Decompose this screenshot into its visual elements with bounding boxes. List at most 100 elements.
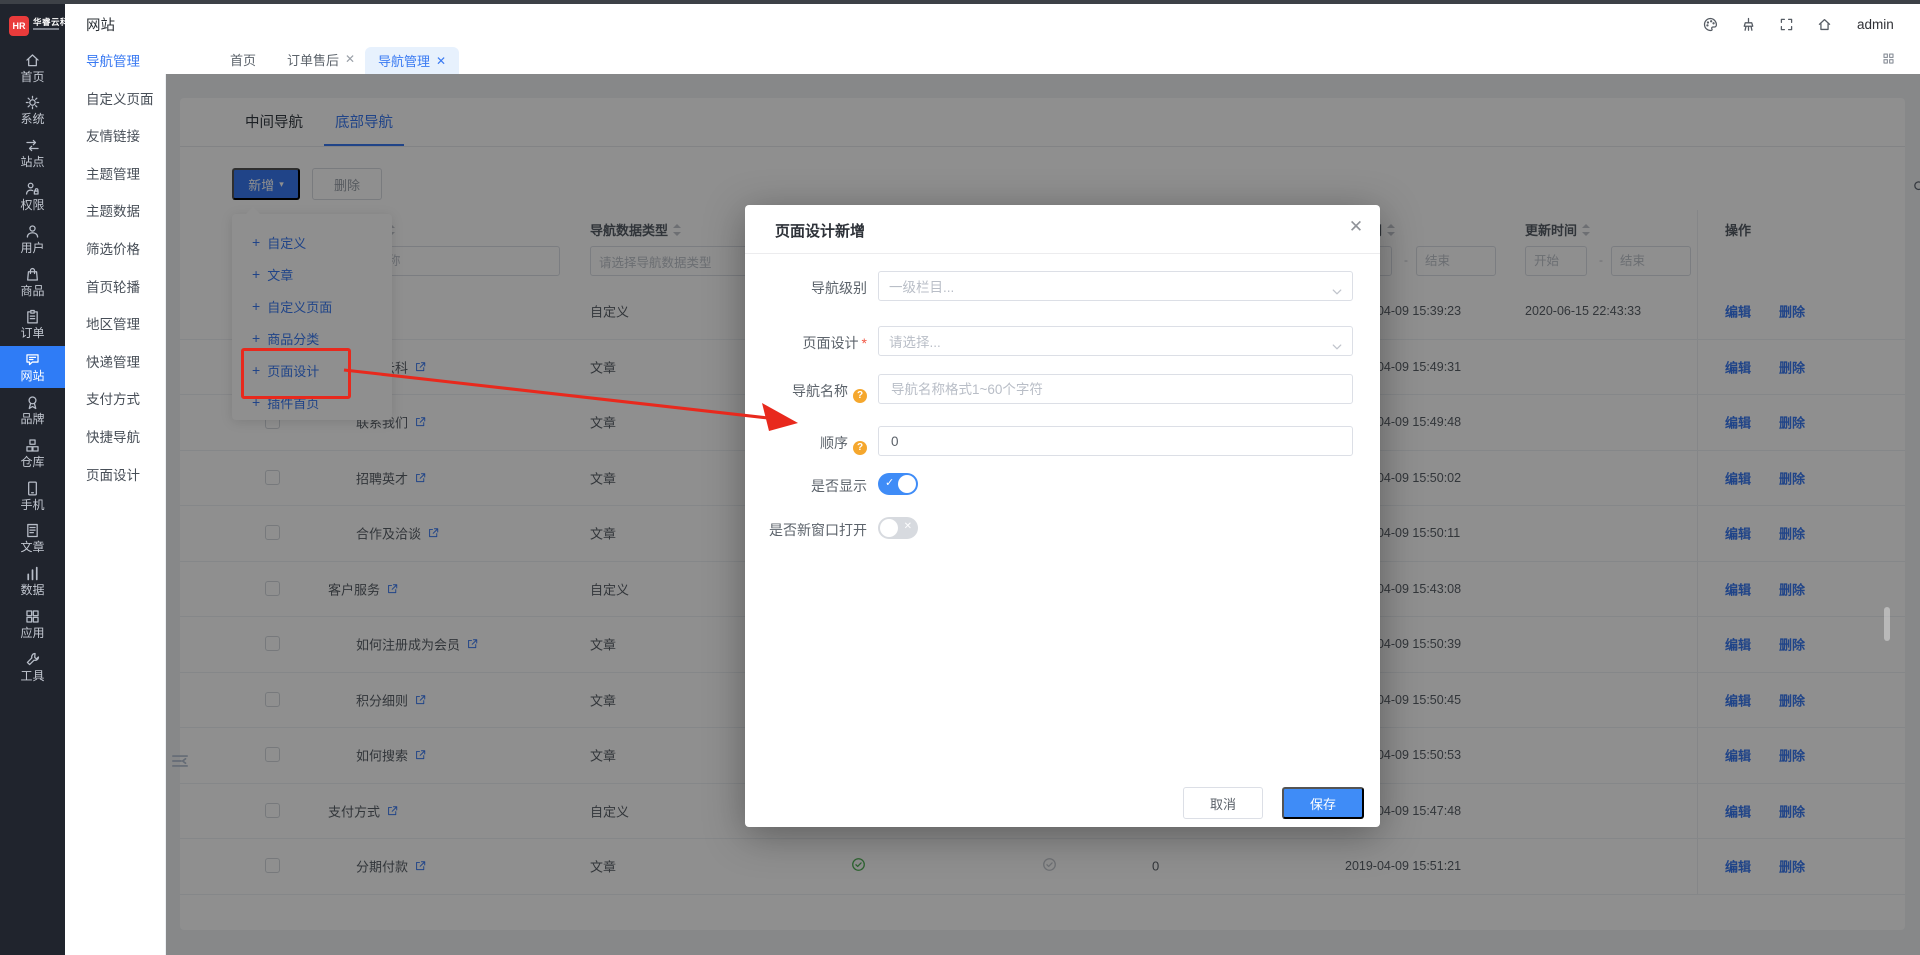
sidebar-item-label: 文章 bbox=[20, 541, 44, 553]
user-icon bbox=[24, 223, 41, 240]
sidebar-item-label: 品牌 bbox=[20, 413, 44, 425]
visible-toggle[interactable]: ✓ bbox=[878, 473, 918, 495]
page-tab-label: 导航管理 bbox=[378, 51, 430, 70]
vertical-scrollbar[interactable] bbox=[1884, 607, 1890, 641]
page-tab-1[interactable]: 订单售后 ✕ bbox=[287, 44, 355, 74]
sidebar-item-perm[interactable]: 权限 bbox=[0, 174, 65, 216]
close-icon[interactable]: ✕ bbox=[1345, 216, 1367, 238]
submenu-item-4[interactable]: 主题数据 bbox=[86, 200, 140, 224]
annotation-highlight-box bbox=[241, 348, 351, 399]
close-icon[interactable]: ✕ bbox=[345, 52, 355, 66]
brand-icon bbox=[24, 394, 41, 411]
page-design-select[interactable]: 请选择... bbox=[878, 326, 1353, 356]
order-input[interactable] bbox=[889, 433, 1342, 450]
main-sidebar: HR 华睿云科 首页系统站点权限用户商品订单网站品牌仓库手机文章数据应用工具 bbox=[0, 0, 65, 955]
submenu-item-5[interactable]: 筛选价格 bbox=[86, 238, 140, 262]
chevron-down-icon bbox=[1332, 283, 1342, 289]
sidebar-item-label: 订单 bbox=[20, 327, 44, 339]
sidebar-item-web[interactable]: 网站 bbox=[0, 346, 65, 388]
fullscreen-icon[interactable] bbox=[1778, 16, 1795, 33]
help-icon[interactable]: ? bbox=[853, 441, 867, 455]
submenu-item-1[interactable]: 自定义页面 bbox=[86, 88, 154, 112]
new-window-toggle[interactable]: ✕ bbox=[878, 517, 918, 539]
page-tab-label: 订单售后 bbox=[287, 50, 339, 69]
sub-sidebar: 网站 导航管理自定义页面友情链接主题管理主题数据筛选价格首页轮播地区管理快递管理… bbox=[65, 4, 166, 955]
sidebar-item-phone[interactable]: 手机 bbox=[0, 474, 65, 516]
site-icon bbox=[24, 137, 41, 154]
tab-list-icon[interactable] bbox=[1881, 51, 1896, 66]
save-button[interactable]: 保存 bbox=[1282, 787, 1364, 819]
sidebar-item-label: 手机 bbox=[20, 499, 44, 511]
nav-name-input-wrap bbox=[878, 374, 1353, 404]
dialog-title: 页面设计新增 bbox=[775, 220, 865, 241]
page-tab-2[interactable]: 导航管理 ✕ bbox=[365, 47, 459, 74]
home-icon bbox=[24, 52, 41, 69]
submenu-item-8[interactable]: 快递管理 bbox=[86, 351, 140, 375]
sidebar-item-tools[interactable]: 工具 bbox=[0, 645, 65, 687]
logo-icon: HR bbox=[9, 16, 29, 36]
sidebar-item-brand[interactable]: 品牌 bbox=[0, 388, 65, 430]
sidebar-item-label: 首页 bbox=[20, 71, 44, 83]
annotation-arrow bbox=[336, 356, 816, 442]
sidebar-item-site[interactable]: 站点 bbox=[0, 132, 65, 174]
sidebar-item-gear[interactable]: 系统 bbox=[0, 89, 65, 131]
sidebar-item-user[interactable]: 用户 bbox=[0, 217, 65, 259]
required-asterisk: * bbox=[862, 335, 867, 351]
goods-icon bbox=[24, 266, 41, 283]
home-icon[interactable] bbox=[1816, 16, 1833, 33]
sidebar-item-label: 商品 bbox=[20, 285, 44, 297]
cancel-button[interactable]: 取消 bbox=[1183, 787, 1263, 819]
toggle-knob bbox=[880, 519, 898, 537]
close-icon[interactable]: ✕ bbox=[436, 54, 446, 68]
field-label-new-window: 是否新窗口打开 bbox=[745, 520, 867, 540]
toggle-knob bbox=[898, 475, 916, 493]
page-tab-0[interactable]: 首页 bbox=[230, 44, 256, 74]
sidebar-item-goods[interactable]: 商品 bbox=[0, 260, 65, 302]
order-icon bbox=[24, 308, 41, 325]
sidebar-item-label: 权限 bbox=[20, 199, 44, 211]
submenu-item-0[interactable]: 导航管理 bbox=[86, 50, 140, 74]
submenu-item-11[interactable]: 页面设计 bbox=[86, 464, 140, 488]
page-tabbar: 首页 订单售后 ✕ 导航管理 ✕ bbox=[165, 44, 1920, 74]
nav-name-input[interactable] bbox=[889, 381, 1342, 398]
divider bbox=[745, 253, 1380, 254]
field-label-page-design: 页面设计* bbox=[745, 333, 867, 353]
sidebar-item-order[interactable]: 订单 bbox=[0, 303, 65, 345]
phone-icon bbox=[24, 480, 41, 497]
sub-sidebar-title: 网站 bbox=[86, 14, 115, 35]
sidebar-collapse-icon[interactable] bbox=[169, 750, 191, 772]
submenu-item-6[interactable]: 首页轮播 bbox=[86, 276, 140, 300]
page-design-add-dialog: 页面设计新增 ✕ 导航级别 一级栏目... 页面设计* 请选择... 导航名称?… bbox=[745, 205, 1380, 827]
submenu-item-10[interactable]: 快捷导航 bbox=[86, 426, 140, 450]
sidebar-item-label: 站点 bbox=[20, 156, 44, 168]
sidebar-item-label: 仓库 bbox=[20, 456, 44, 468]
field-label-nav-level: 导航级别 bbox=[745, 278, 867, 298]
chevron-down-icon bbox=[1332, 338, 1342, 344]
sidebar-item-warehouse[interactable]: 仓库 bbox=[0, 431, 65, 473]
app-logo[interactable]: HR 华睿云科 bbox=[0, 12, 65, 46]
web-icon bbox=[24, 351, 41, 368]
submenu-item-9[interactable]: 支付方式 bbox=[86, 388, 140, 412]
brand-subtext bbox=[33, 28, 59, 30]
topbar: admin bbox=[165, 4, 1920, 45]
submenu-item-2[interactable]: 友情链接 bbox=[86, 125, 140, 149]
page-tab-label: 首页 bbox=[230, 50, 256, 69]
tools-icon bbox=[24, 651, 41, 668]
gear-icon bbox=[24, 94, 41, 111]
sidebar-item-label: 网站 bbox=[20, 370, 44, 382]
clear-cache-icon[interactable] bbox=[1740, 16, 1757, 33]
sidebar-item-label: 系统 bbox=[20, 113, 44, 125]
sidebar-item-data[interactable]: 数据 bbox=[0, 560, 65, 602]
order-input-wrap bbox=[878, 426, 1353, 456]
submenu-item-3[interactable]: 主题管理 bbox=[86, 163, 140, 187]
theme-palette-icon[interactable] bbox=[1702, 16, 1719, 33]
window-top-strip bbox=[0, 0, 1920, 4]
warehouse-icon bbox=[24, 437, 41, 454]
submenu-item-7[interactable]: 地区管理 bbox=[86, 313, 140, 337]
sidebar-item-apps[interactable]: 应用 bbox=[0, 602, 65, 644]
sidebar-item-article[interactable]: 文章 bbox=[0, 517, 65, 559]
user-menu[interactable]: admin bbox=[1857, 17, 1894, 32]
nav-level-select[interactable]: 一级栏目... bbox=[878, 271, 1353, 301]
help-icon[interactable]: ? bbox=[853, 389, 867, 403]
sidebar-item-home[interactable]: 首页 bbox=[0, 46, 65, 88]
